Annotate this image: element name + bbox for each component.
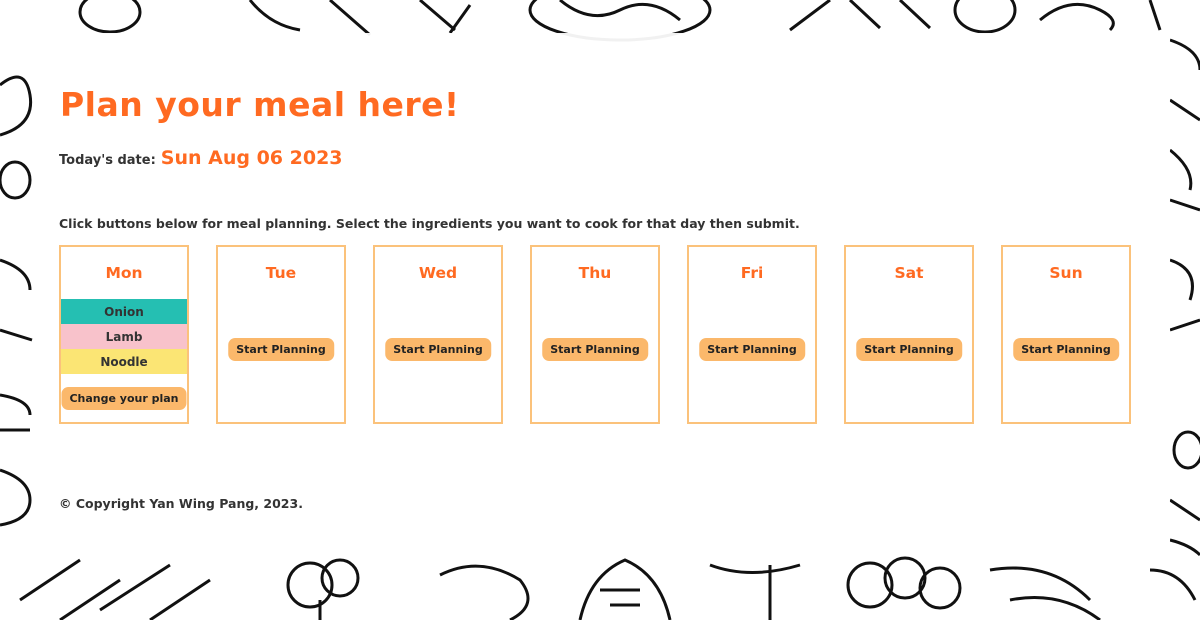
- ingredient-lamb: Lamb: [61, 324, 187, 349]
- meal-plan-panel: Plan your meal here! Today's date: Sun A…: [33, 33, 1170, 555]
- day-card-fri: Fri Start Planning: [687, 245, 817, 424]
- day-name: Sat: [894, 264, 924, 282]
- day-name: Tue: [265, 264, 297, 282]
- day-card-wed: Wed Start Planning: [373, 245, 503, 424]
- start-planning-button[interactable]: Start Planning: [699, 338, 805, 361]
- day-name: Fri: [740, 264, 764, 282]
- start-planning-button[interactable]: Start Planning: [228, 338, 334, 361]
- day-name: Sun: [1049, 264, 1083, 282]
- start-planning-button[interactable]: Start Planning: [856, 338, 962, 361]
- day-card-mon: Mon Onion Lamb Noodle Change your plan: [59, 245, 189, 424]
- day-name: Wed: [418, 264, 458, 282]
- start-planning-button[interactable]: Start Planning: [385, 338, 491, 361]
- date-label: Today's date:: [59, 153, 156, 168]
- copyright-footer: © Copyright Yan Wing Pang, 2023.: [59, 496, 303, 511]
- instructions-text: Click buttons below for meal planning. S…: [59, 216, 800, 231]
- day-name: Mon: [105, 264, 143, 282]
- page-title: Plan your meal here!: [60, 85, 460, 124]
- day-card-sat: Sat Start Planning: [844, 245, 974, 424]
- start-planning-button[interactable]: Start Planning: [1013, 338, 1119, 361]
- ingredient-onion: Onion: [61, 299, 187, 324]
- start-planning-button[interactable]: Start Planning: [542, 338, 648, 361]
- day-card-thu: Thu Start Planning: [530, 245, 660, 424]
- ingredient-noodle: Noodle: [61, 349, 187, 374]
- date-value: Sun Aug 06 2023: [160, 147, 343, 169]
- day-card-sun: Sun Start Planning: [1001, 245, 1131, 424]
- day-card-tue: Tue Start Planning: [216, 245, 346, 424]
- date-row: Today's date: Sun Aug 06 2023: [59, 147, 343, 169]
- change-plan-button[interactable]: Change your plan: [61, 387, 187, 410]
- day-name: Thu: [578, 264, 612, 282]
